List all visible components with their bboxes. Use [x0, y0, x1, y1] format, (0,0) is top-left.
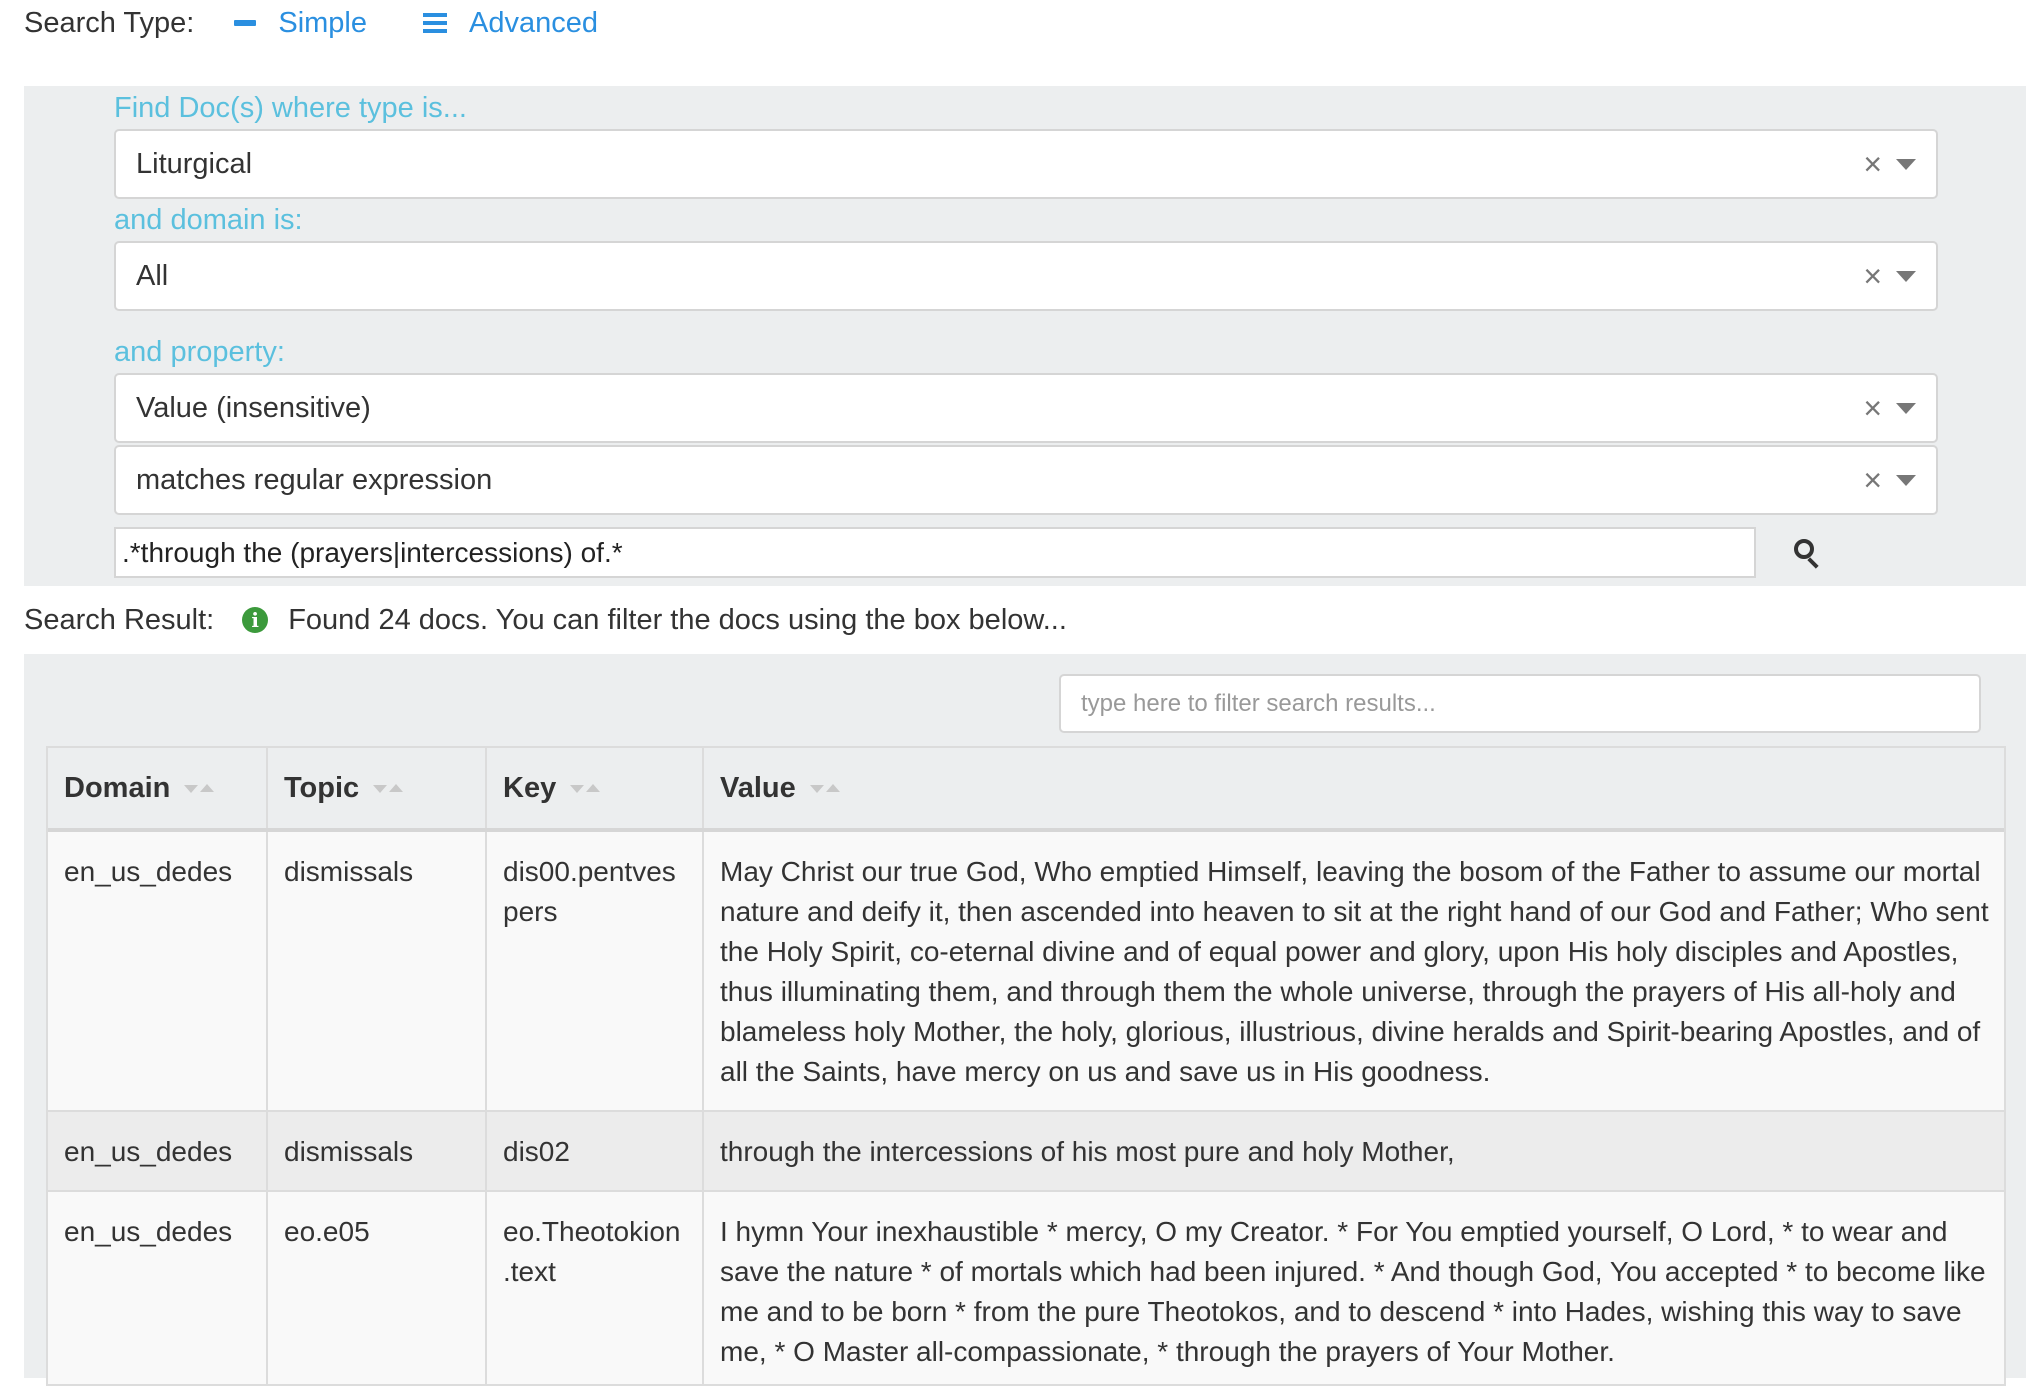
- search-type-label: Search Type:: [24, 6, 195, 39]
- advanced-search-label: Advanced: [469, 6, 599, 39]
- type-field-label: Find Doc(s) where type is...: [114, 92, 467, 124]
- cell-value: I hymn Your inexhaustible * mercy, O my …: [703, 1190, 2004, 1384]
- results-table: Domain Topic Key Value en_us_dedes dismi…: [46, 746, 2006, 1386]
- cell-key: eo.Theotokion.text: [486, 1190, 704, 1384]
- simple-search-label: Simple: [278, 6, 368, 39]
- operator-clear-icon[interactable]: ×: [1863, 464, 1882, 496]
- search-result-label: Search Result:: [24, 603, 215, 636]
- header-domain[interactable]: Domain: [48, 748, 268, 832]
- cell-domain: en_us_dedes: [48, 1110, 268, 1191]
- advanced-search-link[interactable]: Advanced: [423, 7, 598, 40]
- property-caret-icon[interactable]: [1896, 403, 1916, 414]
- domain-clear-icon[interactable]: ×: [1863, 260, 1882, 292]
- header-value[interactable]: Value: [703, 748, 2004, 832]
- property-select[interactable]: Value (insensitive) ×: [114, 373, 1938, 443]
- header-key[interactable]: Key: [486, 748, 704, 832]
- simple-search-link[interactable]: Simple: [234, 7, 367, 40]
- sort-icon[interactable]: [184, 783, 216, 794]
- domain-caret-icon[interactable]: [1896, 271, 1916, 282]
- type-select[interactable]: Liturgical ×: [114, 129, 1938, 199]
- cell-value: through the intercessions of his most pu…: [703, 1110, 2004, 1191]
- table-row[interactable]: en_us_dedes dismissals dis02 through the…: [48, 1110, 2004, 1191]
- type-clear-icon[interactable]: ×: [1863, 148, 1882, 180]
- domain-field-label: and domain is:: [114, 204, 303, 236]
- property-select-value: Value (insensitive): [136, 391, 371, 424]
- type-select-value: Liturgical: [136, 147, 253, 180]
- cell-key: dis02: [486, 1110, 704, 1191]
- sort-icon[interactable]: [373, 783, 405, 794]
- bars-icon: [423, 13, 448, 33]
- table-row[interactable]: en_us_dedes dismissals dis00.pentvespers…: [48, 829, 2004, 1111]
- search-result-message: Found 24 docs. You can filter the docs u…: [288, 603, 1067, 636]
- search-icon: [1794, 539, 1814, 559]
- minus-icon: [234, 20, 257, 26]
- results-panel: Domain Topic Key Value en_us_dedes dismi…: [24, 654, 2026, 1386]
- domain-select[interactable]: All ×: [114, 241, 1938, 311]
- filter-input[interactable]: [1059, 674, 1981, 733]
- info-icon: i: [242, 607, 269, 633]
- table-header-row: Domain Topic Key Value: [48, 748, 2004, 832]
- cell-topic: dismissals: [267, 1110, 487, 1191]
- header-topic[interactable]: Topic: [267, 748, 487, 832]
- domain-select-value: All: [136, 259, 169, 292]
- cell-domain: en_us_dedes: [48, 1190, 268, 1384]
- type-caret-icon[interactable]: [1896, 159, 1916, 170]
- property-clear-icon[interactable]: ×: [1863, 392, 1882, 424]
- property-field-label: and property:: [114, 336, 285, 368]
- sort-icon[interactable]: [570, 783, 602, 794]
- cell-topic: eo.e05: [267, 1190, 487, 1384]
- operator-select-value: matches regular expression: [136, 463, 493, 496]
- query-panel: Find Doc(s) where type is... Liturgical …: [24, 86, 2026, 586]
- regex-input[interactable]: [114, 527, 1756, 578]
- table-row[interactable]: en_us_dedes eo.e05 eo.Theotokion.text I …: [48, 1190, 2004, 1384]
- sort-icon[interactable]: [809, 783, 842, 794]
- search-button[interactable]: [1780, 527, 1834, 578]
- search-result-line: Search Result: i Found 24 docs. You can …: [24, 596, 1067, 644]
- cell-topic: dismissals: [267, 829, 487, 1111]
- operator-select[interactable]: matches regular expression ×: [114, 445, 1938, 515]
- cell-domain: en_us_dedes: [48, 829, 268, 1111]
- cell-value: May Christ our true God, Who emptied Him…: [703, 829, 2004, 1111]
- cell-key: dis00.pentvespers: [486, 829, 704, 1111]
- operator-caret-icon[interactable]: [1896, 475, 1916, 486]
- search-type-bar: Search Type: Simple Advanced: [24, 0, 654, 46]
